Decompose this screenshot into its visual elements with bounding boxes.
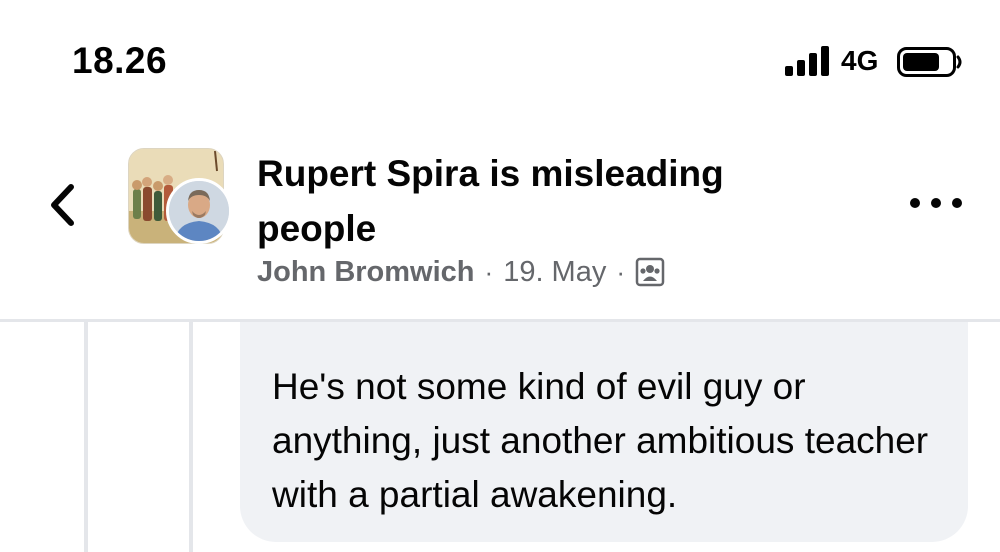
network-type: 4G — [841, 45, 879, 76]
chevron-left-icon — [51, 184, 74, 226]
author-avatar[interactable] — [166, 178, 232, 244]
post-title: Rupert Spira is misleading people — [257, 153, 724, 249]
author-photo — [169, 181, 229, 241]
cellular-signal-icon — [785, 46, 829, 76]
meta-separator: · — [616, 256, 626, 287]
post-header: Rupert Spira is misleading people John B… — [0, 120, 1000, 320]
more-horizontal-icon-dot — [931, 198, 941, 208]
comment-thread: He's not some kind of evil guy or anythi… — [0, 322, 1000, 552]
battery-icon — [897, 47, 962, 77]
more-horizontal-icon — [910, 198, 920, 208]
thread-connector-line — [189, 322, 193, 552]
comment-text: He's not some kind of evil guy or anythi… — [272, 366, 929, 515]
more-options-button[interactable] — [910, 188, 962, 218]
post-meta: John Bromwich · 19. May · — [257, 252, 665, 292]
comment-bubble[interactable]: He's not some kind of evil guy or anythi… — [240, 322, 968, 542]
status-time: 18.26 — [72, 40, 168, 81]
author-name[interactable]: John Bromwich — [257, 256, 475, 289]
back-button[interactable] — [40, 178, 84, 232]
more-horizontal-icon-dot — [952, 198, 962, 208]
thread-connector-line — [84, 322, 88, 552]
group-members-icon — [635, 257, 665, 287]
meta-separator: · — [484, 256, 494, 287]
status-bar: 18.26 4G — [0, 0, 1000, 120]
post-date[interactable]: 19. May — [503, 256, 606, 289]
